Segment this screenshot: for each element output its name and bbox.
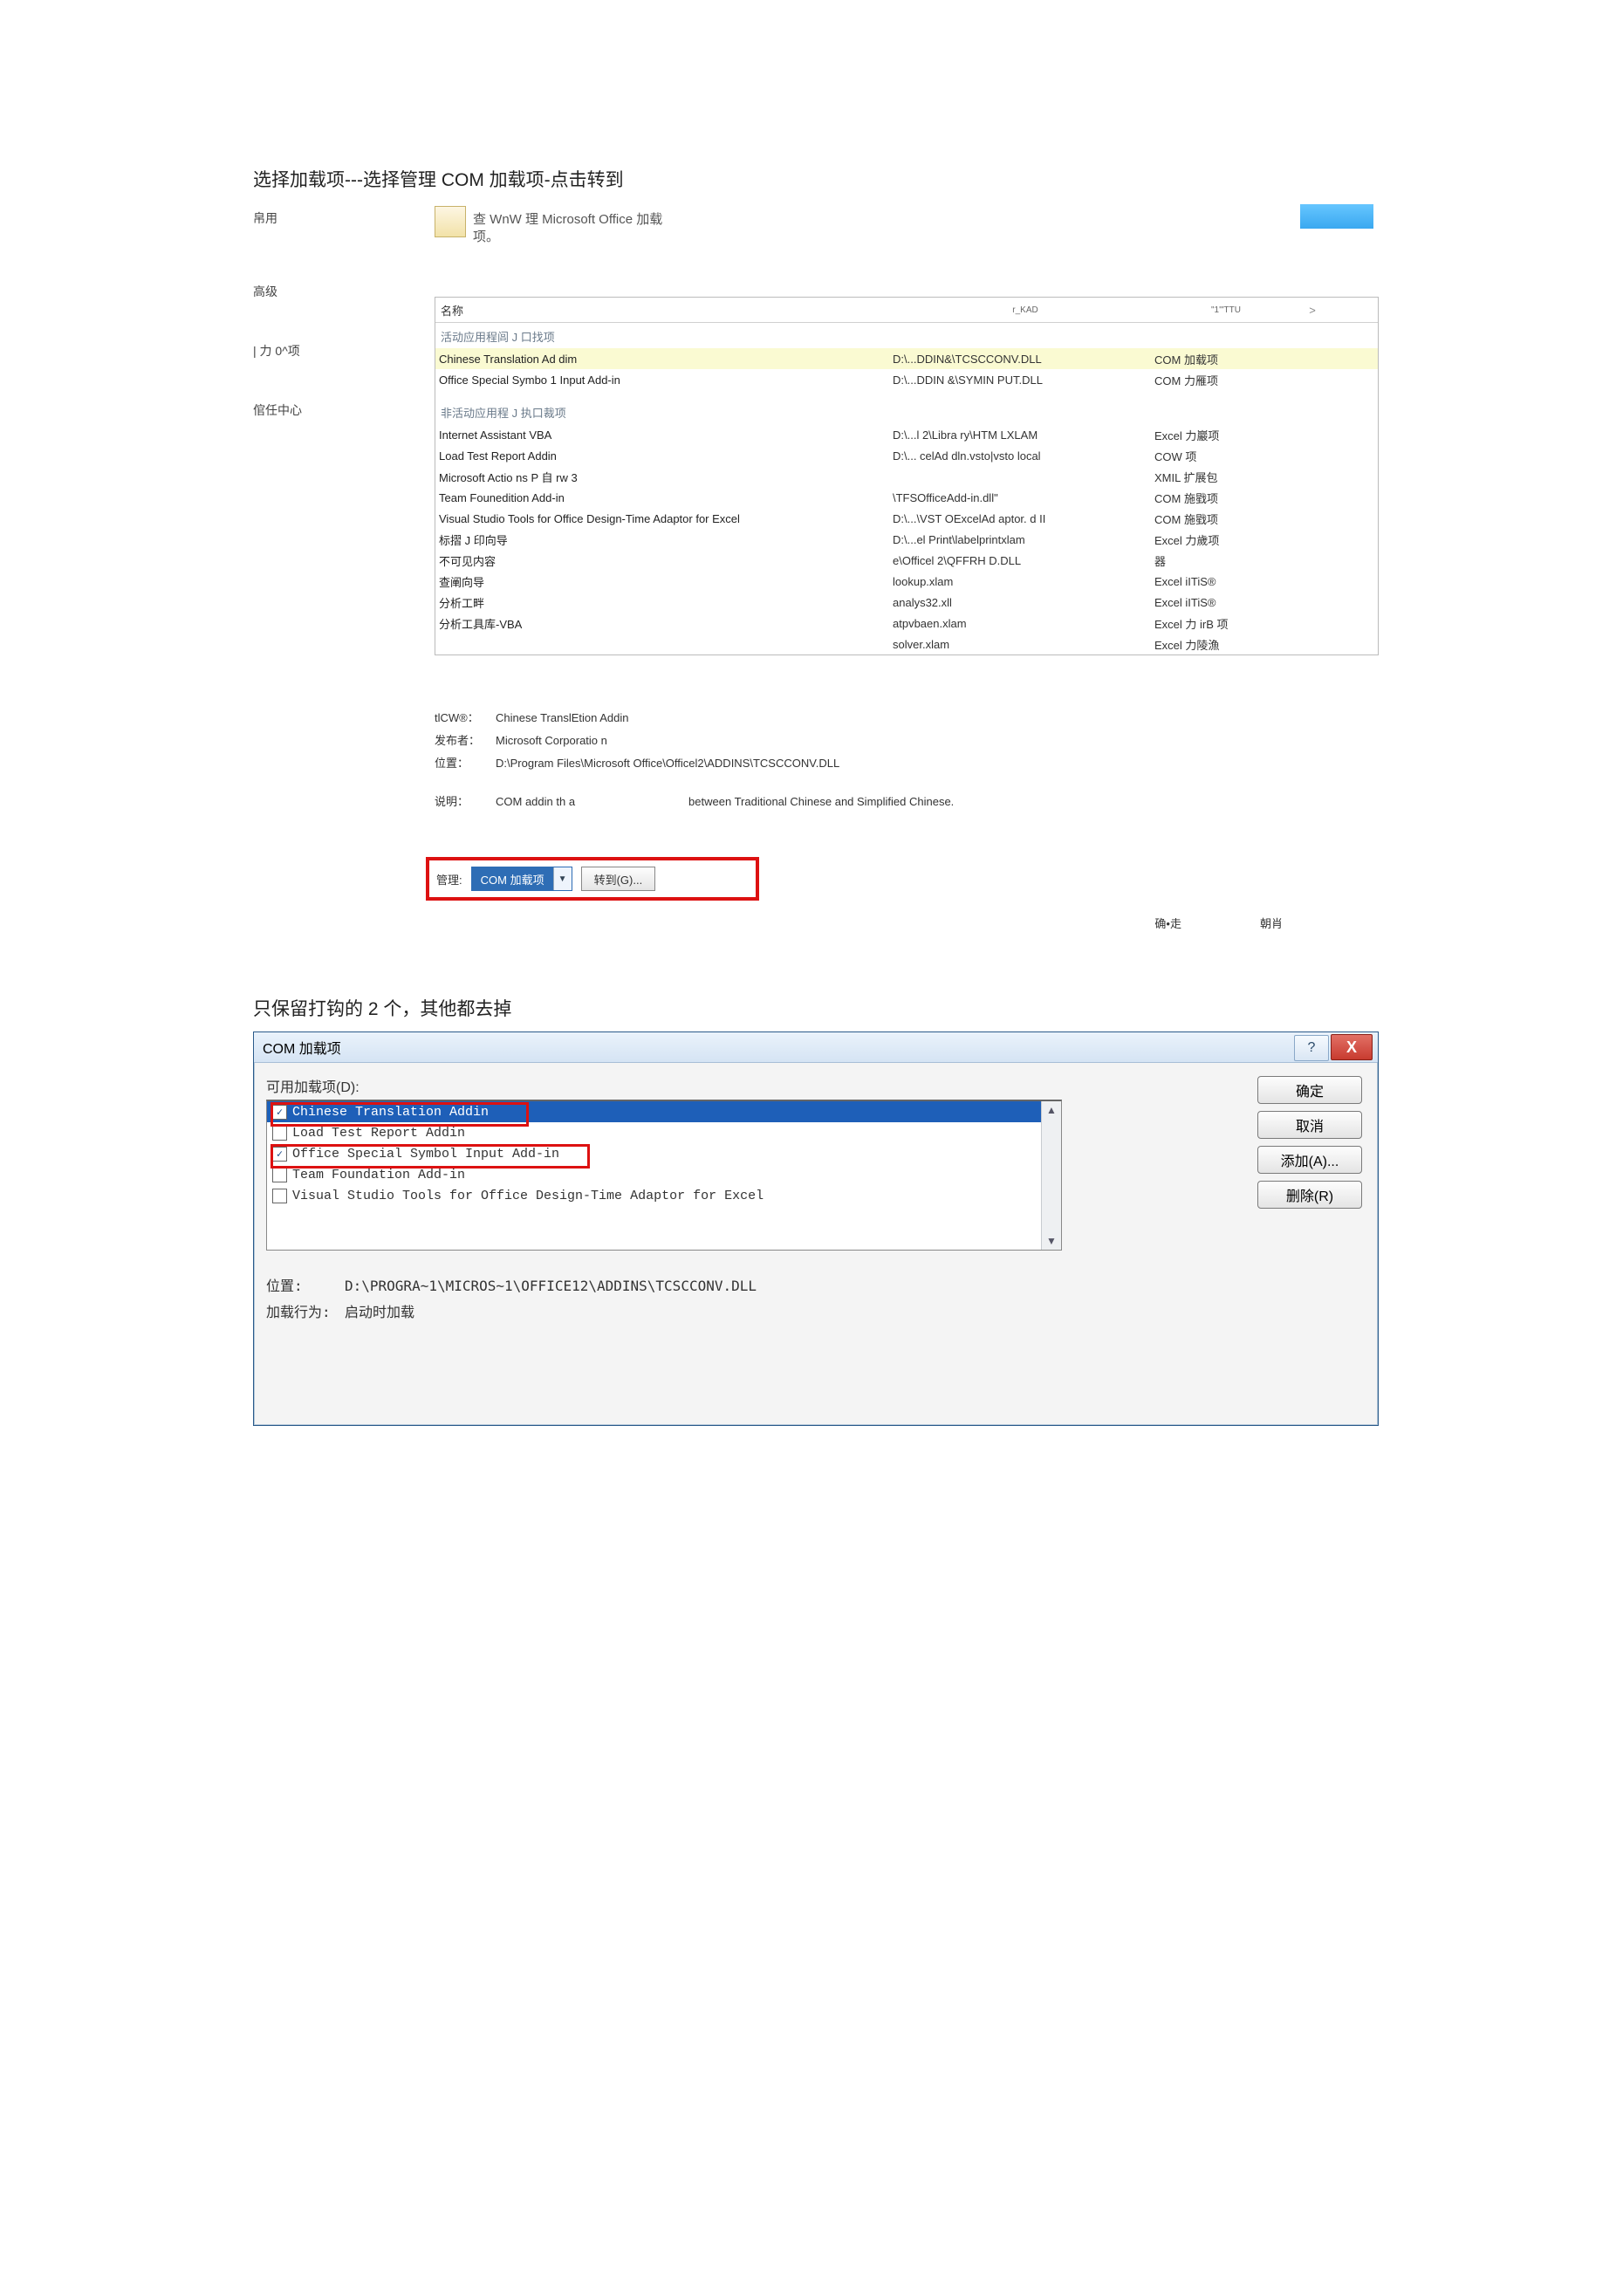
ok-button[interactable]: 确•走 [1154,915,1181,931]
section-active: 活动应用程闾 J 口找项 [435,323,1378,348]
table-row[interactable]: Internet Assistant VBAD:\...l 2\Libra ry… [435,424,1378,445]
table-row[interactable]: Office Special Symbo 1 Input Add-inD:\..… [435,369,1378,390]
scroll-down-icon[interactable]: ▼ [1046,1235,1057,1247]
checkbox[interactable] [272,1126,287,1141]
instruction-2: 只保留打钩的 2 个，其他都去掉 [253,995,1379,1021]
col-expand[interactable]: > [1296,304,1329,317]
table-row[interactable]: 分析工具库-VBAatpvbaen.xlamExcel 力 irB 项 [435,613,1378,634]
close-button[interactable]: X [1331,1034,1373,1060]
list-item-label: Team Foundation Add-in [292,1168,465,1182]
manage-label: 管理: [436,871,462,888]
checkbox[interactable] [272,1189,287,1203]
manage-bar-highlight: 管理: COM 加载项 ▼ 转到(G)... [426,857,759,901]
col-type[interactable]: "1'"TTU [1156,305,1296,315]
add-button[interactable]: 添加(A)... [1257,1146,1362,1174]
dialog-titlebar: COM 加载项 ? X [254,1032,1378,1063]
cancel-button[interactable]: 取消 [1257,1111,1362,1139]
addins-listbox[interactable]: ✓Chinese Translation AddinLoad Test Repo… [266,1100,1062,1251]
table-row[interactable]: Microsoft Actio ns P 自 rw 3XMIL 扩展包 [435,466,1378,487]
decorative-swatch [1300,204,1373,229]
addin-details: tlCW®：Chinese TranslEtion Addin 发布者：Micr… [435,707,954,813]
pane-description: 查 WnW 理 Microsoft Office 加载 项。 [473,211,662,246]
com-addins-dialog: COM 加载项 ? X 可用加载项(D): ✓Chinese Translati… [253,1031,1379,1426]
side-nav: 帛用 高级 | 力 0^项 倌任中心 [253,209,401,461]
scrollbar[interactable]: ▲ ▼ [1041,1101,1061,1250]
highlight-box-2 [270,1144,590,1169]
list-item[interactable]: Visual Studio Tools for Office Design-Ti… [267,1185,1061,1206]
side-nav-item[interactable]: 帛用 [253,209,401,227]
table-row[interactable]: Team Founedition Add-in\TFSOfficeAdd-in.… [435,487,1378,508]
table-row[interactable]: 标摺 J 印向导D:\...el Print\labelprintxlamExc… [435,529,1378,550]
addins-table: 名称 r_KAD "1'"TTU > 活动应用程闾 J 口找项 Chinese … [435,297,1379,655]
table-row[interactable]: 查阐向导lookup.xlamExcel iITiS® [435,571,1378,592]
instruction-1: 选择加载项---选择管理 COM 加载项-点击转到 [253,166,1379,192]
side-nav-item[interactable]: 倌任中心 [253,401,401,419]
help-button[interactable]: ? [1294,1035,1329,1061]
remove-button[interactable]: 删除(R) [1257,1181,1362,1209]
available-addins-label: 可用加载项(D): [266,1075,1366,1096]
section-inactive: 非活动应用程 J 执口裁项 [435,399,1378,424]
options-pane: 帛用 高级 | 力 0^项 倌任中心 查 WnW 理 Microsoft Off… [253,209,1379,977]
table-row[interactable]: 分析工畔analys32.xllExcel iITiS® [435,592,1378,613]
manage-combo[interactable]: COM 加载项 ▼ [471,867,572,891]
table-row[interactable]: Load Test Report AddinD:\... celAd dln.v… [435,445,1378,466]
col-name[interactable]: 名称 [435,302,894,319]
scroll-up-icon[interactable]: ▲ [1046,1104,1057,1116]
table-row[interactable]: Chinese Translation Ad dimD:\...DDIN&\TC… [435,348,1378,369]
chevron-down-icon[interactable]: ▼ [553,867,572,890]
table-row[interactable]: Visual Studio Tools for Office Design-Ti… [435,508,1378,529]
dialog-footer-buttons: 确•走 朝肖 [1154,915,1283,931]
dialog-footer: 位置:D:\PROGRA~1\MICROS~1\OFFICE12\ADDINS\… [266,1273,757,1326]
list-item-label: Load Test Report Addin [292,1126,465,1141]
dialog-title: COM 加载项 [263,1037,341,1058]
table-row[interactable]: 不可见内容e\Officel 2\QFFRH D.DLL器 [435,550,1378,571]
goto-button[interactable]: 转到(G)... [581,867,656,891]
side-nav-item[interactable]: 高级 [253,283,401,300]
list-item-label: Visual Studio Tools for Office Design-Ti… [292,1189,764,1203]
side-nav-item[interactable]: | 力 0^项 [253,342,401,360]
cancel-button[interactable]: 朝肖 [1260,915,1283,931]
ok-button[interactable]: 确定 [1257,1076,1362,1104]
table-row[interactable]: solver.xlamExcel 力陵漁 [435,634,1378,655]
checkbox[interactable] [272,1168,287,1182]
addins-icon [435,206,466,237]
highlight-box-1 [270,1102,529,1127]
table-header: 名称 r_KAD "1'"TTU > [435,298,1378,323]
col-location[interactable]: r_KAD [894,305,1156,315]
